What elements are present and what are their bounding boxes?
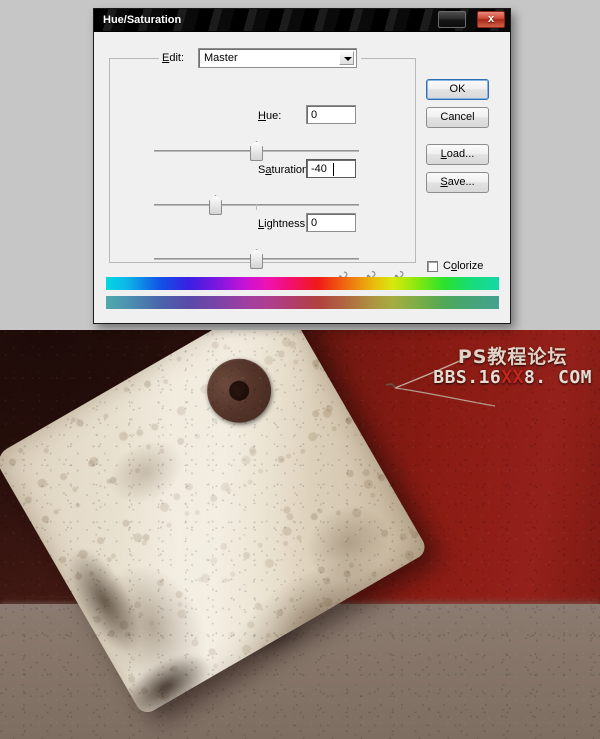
edit-dropdown[interactable]: Master — [198, 48, 357, 68]
load-button[interactable]: Load... — [426, 144, 489, 165]
lightness-label-rest: ightness: — [264, 218, 309, 230]
lightness-value: 0 — [311, 217, 318, 229]
close-button[interactable]: x — [477, 11, 505, 28]
screenshot-root: PS教程论坛 BBS.16XX8. COM Hue/Saturation x E… — [0, 0, 600, 739]
saturation-value: -40 — [311, 163, 327, 175]
text-caret — [333, 163, 334, 176]
watermark-line-1: PS教程论坛 — [457, 346, 568, 368]
watermark-suffix: 8. COM — [523, 366, 592, 388]
edit-dropdown-value: Master — [204, 52, 238, 64]
hue-label-accel: H — [258, 110, 266, 122]
colorize-checkbox[interactable] — [427, 261, 438, 272]
hue-saturation-dialog: Hue/Saturation x Edit: Master Hue: 0 Sat… — [93, 8, 511, 324]
load-accel: L — [440, 148, 447, 160]
colorize-label: Colorize — [443, 260, 484, 272]
save-accel: S — [440, 176, 448, 188]
watermark-line-2: BBS.16XX8. COM — [433, 366, 592, 388]
hue-spectrum-adjusted — [106, 296, 499, 309]
chevron-down-icon[interactable] — [339, 51, 354, 65]
photo-canvas: PS教程论坛 BBS.16XX8. COM — [0, 330, 600, 739]
save-button[interactable]: Save... — [426, 172, 489, 193]
lightness-label: Lightness: — [258, 218, 308, 230]
edit-label-rest: dit: — [169, 52, 185, 64]
hue-spectrum-original — [106, 277, 499, 290]
groupbox-frame — [109, 58, 416, 263]
hue-value: 0 — [311, 109, 318, 121]
dialog-titlebar[interactable]: Hue/Saturation x — [94, 9, 510, 32]
colorize-accel: o — [450, 260, 458, 272]
saturation-center-tick — [256, 204, 257, 210]
edit-label: Edit: — [162, 52, 184, 64]
hue-value-field[interactable]: 0 — [306, 105, 356, 124]
minimize-button[interactable] — [438, 11, 466, 28]
watermark: PS教程论坛 BBS.16XX8. COM — [433, 346, 592, 388]
lightness-value-field[interactable]: 0 — [306, 213, 356, 232]
saturation-label: Saturation: — [258, 164, 311, 176]
ok-button[interactable]: OK — [426, 79, 489, 100]
hue-label-rest: ue: — [265, 110, 282, 122]
dialog-title: Hue/Saturation — [103, 14, 182, 26]
watermark-highlight: XX — [501, 366, 524, 388]
dialog-body: Edit: Master Hue: 0 Saturation: -40 Ligh… — [94, 32, 510, 324]
cancel-button[interactable]: Cancel — [426, 107, 489, 128]
watermark-prefix: BBS.16 — [433, 366, 502, 388]
photo-grain — [0, 330, 600, 739]
hue-label: Hue: — [258, 110, 281, 122]
saturation-value-field[interactable]: -40 — [306, 159, 356, 178]
